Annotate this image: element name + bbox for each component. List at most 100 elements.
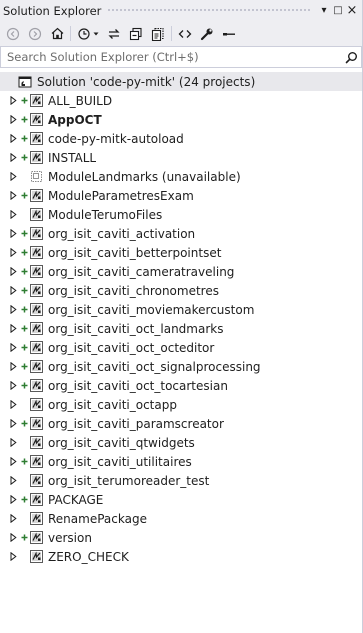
maximize-icon[interactable]: □	[332, 5, 344, 17]
expand-triangle-icon[interactable]	[8, 533, 18, 543]
project-node[interactable]: org_isit_caviti_betterpointset	[0, 243, 362, 262]
expand-triangle-icon[interactable]	[8, 495, 18, 505]
home-button[interactable]	[48, 25, 66, 43]
pending-add-icon	[20, 189, 28, 203]
project-label: org_isit_caviti_paramscreator	[48, 416, 224, 431]
panel-title-bar: Solution Explorer ▾ □ ×	[0, 0, 362, 21]
project-label: org_isit_caviti_utilitaires	[48, 454, 192, 469]
project-label: version	[48, 530, 92, 545]
pending-add-icon	[20, 341, 28, 355]
project-node[interactable]: org_isit_caviti_moviemakercustom	[0, 300, 362, 319]
project-label: org_isit_caviti_activation	[48, 226, 196, 241]
expand-triangle-icon[interactable]	[8, 210, 18, 220]
search-input[interactable]	[1, 48, 341, 66]
expand-triangle-icon[interactable]	[8, 286, 18, 296]
project-node[interactable]: code-py-mitk-autoload	[0, 129, 362, 148]
project-node[interactable]: org_isit_caviti_qtwidgets	[0, 433, 362, 452]
project-node[interactable]: org_isit_caviti_oct_tocartesian	[0, 376, 362, 395]
show-all-files-button[interactable]	[149, 25, 167, 43]
no-status-spacer	[20, 436, 28, 450]
properties-button[interactable]	[198, 25, 216, 43]
back-button[interactable]	[4, 25, 22, 43]
expand-triangle-icon[interactable]	[8, 134, 18, 144]
pending-add-icon	[20, 360, 28, 374]
solution-node[interactable]: Solution 'code-py-mitk' (24 projects)	[0, 72, 362, 91]
pending-add-icon	[20, 417, 28, 431]
expand-triangle-icon[interactable]	[8, 552, 18, 562]
expand-triangle-icon[interactable]	[8, 153, 18, 163]
show-all-files-icon	[151, 27, 164, 41]
window-position-dropdown-icon[interactable]: ▾	[318, 5, 330, 17]
project-node[interactable]: org_isit_caviti_cameratraveling	[0, 262, 362, 281]
cmake-project-icon	[29, 322, 43, 336]
expand-triangle-icon[interactable]	[8, 343, 18, 353]
cmake-project-icon	[29, 398, 43, 412]
expand-triangle-icon[interactable]	[8, 476, 18, 486]
cmake-project-icon	[29, 379, 43, 393]
project-node[interactable]: INSTALL	[0, 148, 362, 167]
pending-add-icon	[20, 493, 28, 507]
project-node[interactable]: ModuleLandmarks (unavailable)	[0, 167, 362, 186]
code-brackets-icon	[178, 29, 192, 38]
project-label: ModuleParametresExam	[48, 188, 194, 203]
pending-add-icon	[20, 113, 28, 127]
project-label: org_isit_caviti_oct_signalprocessing	[48, 359, 261, 374]
project-label: org_isit_terumoreader_test	[48, 473, 210, 488]
preview-selected-items-button[interactable]	[220, 25, 238, 43]
expand-triangle-icon[interactable]	[8, 267, 18, 277]
project-node[interactable]: ModuleTerumoFiles	[0, 205, 362, 224]
project-label: PACKAGE	[48, 492, 104, 507]
view-code-button[interactable]	[176, 25, 194, 43]
expand-triangle-icon[interactable]	[8, 229, 18, 239]
expand-triangle-icon[interactable]	[8, 115, 18, 125]
forward-button[interactable]	[26, 25, 44, 43]
drag-grip[interactable]	[107, 8, 310, 13]
project-node[interactable]: org_isit_caviti_octapp	[0, 395, 362, 414]
project-node[interactable]: ALL_BUILD	[0, 91, 362, 110]
cmake-project-icon	[29, 132, 43, 146]
project-label: org_isit_caviti_octapp	[48, 397, 177, 412]
project-node[interactable]: RenamePackage	[0, 509, 362, 528]
expand-triangle-icon[interactable]	[8, 400, 18, 410]
expand-triangle-icon[interactable]	[8, 96, 18, 106]
cmake-project-icon	[29, 94, 43, 108]
expand-triangle-icon[interactable]	[8, 514, 18, 524]
project-node[interactable]: ModuleParametresExam	[0, 186, 362, 205]
expand-triangle-icon[interactable]	[8, 324, 18, 334]
pending-changes-filter-button[interactable]	[75, 25, 101, 43]
toolbar-separator	[70, 26, 71, 41]
collapse-all-button[interactable]	[127, 25, 145, 43]
project-node[interactable]: version	[0, 528, 362, 547]
expand-triangle-icon[interactable]	[8, 172, 18, 182]
project-node[interactable]: org_isit_caviti_paramscreator	[0, 414, 362, 433]
project-node[interactable]: org_isit_caviti_oct_octeditor	[0, 338, 362, 357]
sync-with-document-button[interactable]	[105, 25, 123, 43]
solution-icon	[18, 75, 32, 89]
project-node[interactable]: org_isit_terumoreader_test	[0, 471, 362, 490]
expand-triangle-icon[interactable]	[8, 381, 18, 391]
toolbar-separator	[171, 26, 172, 41]
cmake-project-icon	[29, 341, 43, 355]
back-arrow-icon	[6, 27, 20, 40]
expand-triangle-icon[interactable]	[8, 248, 18, 258]
expand-triangle-icon[interactable]	[8, 419, 18, 429]
project-node[interactable]: AppOCT	[0, 110, 362, 129]
expand-triangle-icon[interactable]	[8, 438, 18, 448]
expand-triangle-icon[interactable]	[8, 305, 18, 315]
project-node[interactable]: ZERO_CHECK	[0, 547, 362, 566]
close-icon[interactable]: ×	[346, 3, 358, 18]
expand-triangle-icon[interactable]	[8, 457, 18, 467]
project-node[interactable]: org_isit_caviti_oct_signalprocessing	[0, 357, 362, 376]
project-node[interactable]: org_isit_caviti_chronometres	[0, 281, 362, 300]
project-node[interactable]: org_isit_caviti_oct_landmarks	[0, 319, 362, 338]
search-button[interactable]	[341, 47, 361, 67]
pending-add-icon	[20, 151, 28, 165]
expand-triangle-icon[interactable]	[8, 191, 18, 201]
expand-triangle-icon[interactable]	[8, 362, 18, 372]
project-node[interactable]: org_isit_caviti_activation	[0, 224, 362, 243]
project-label: ZERO_CHECK	[48, 549, 129, 564]
wrench-icon	[200, 28, 213, 40]
project-node[interactable]: org_isit_caviti_utilitaires	[0, 452, 362, 471]
project-node[interactable]: PACKAGE	[0, 490, 362, 509]
cmake-project-icon	[29, 455, 43, 469]
